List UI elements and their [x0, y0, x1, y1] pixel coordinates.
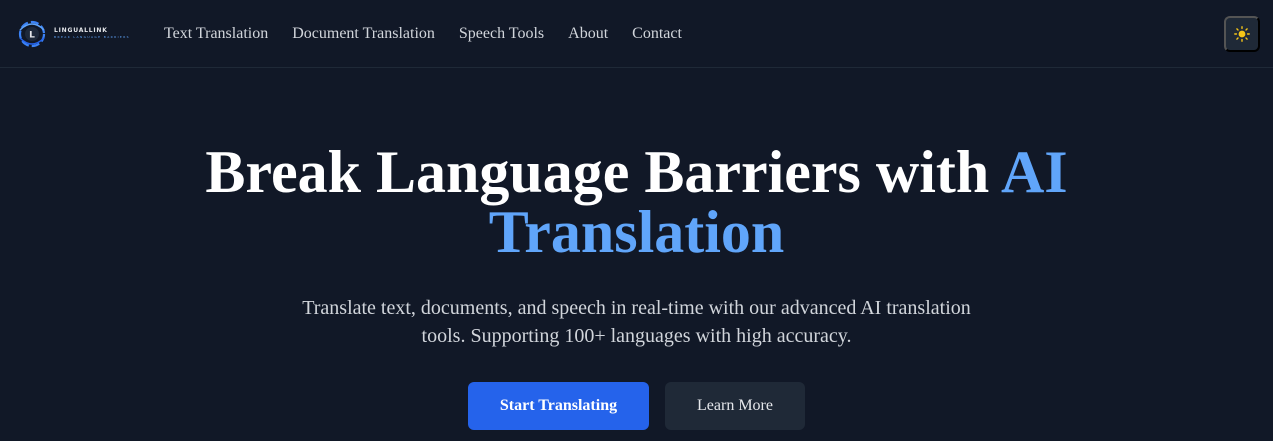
logo-text: LINGUALLINK BREAK LANGUAGE BARRIERS [54, 27, 130, 40]
learn-more-button[interactable]: Learn More [665, 382, 805, 430]
brand-tagline: BREAK LANGUAGE BARRIERS [54, 35, 130, 39]
logo-monogram: L [29, 30, 35, 40]
navbar: L LINGUALLINK BREAK LANGUAGE BARRIERS Te… [0, 0, 1273, 68]
hero-actions: Start Translating Learn More [0, 382, 1273, 430]
nav-link-contact[interactable]: Contact [632, 25, 682, 43]
sun-icon [1234, 25, 1250, 42]
nav-link-document-translation[interactable]: Document Translation [292, 25, 435, 43]
hero-title-main: Break Language Barriers with [205, 139, 1001, 205]
hero-section: Break Language Barriers with AI Translat… [0, 68, 1273, 430]
theme-toggle-button[interactable] [1224, 15, 1260, 52]
globe-logo-icon: L [18, 20, 46, 47]
brand-name: LINGUALLINK [54, 27, 108, 34]
start-translating-button[interactable]: Start Translating [468, 382, 649, 430]
brand-logo[interactable]: L LINGUALLINK BREAK LANGUAGE BARRIERS [14, 14, 132, 54]
nav-link-text-translation[interactable]: Text Translation [164, 25, 268, 43]
hero-title: Break Language Barriers with AI Translat… [187, 142, 1087, 262]
nav-link-speech-tools[interactable]: Speech Tools [459, 25, 544, 43]
main-nav: Text Translation Document Translation Sp… [164, 25, 682, 43]
nav-link-about[interactable]: About [568, 25, 608, 43]
hero-subtitle: Translate text, documents, and speech in… [302, 297, 971, 347]
